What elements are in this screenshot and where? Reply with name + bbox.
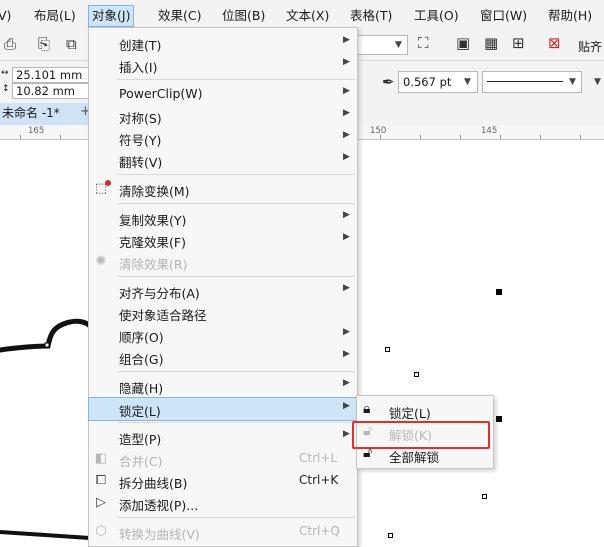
submenu-arrow-icon: ▶ xyxy=(343,210,350,220)
submenu-arrow-icon: ▶ xyxy=(343,35,350,45)
chevron-down-icon[interactable]: ▼ xyxy=(464,77,471,87)
menu-item-convert-to-curves: ⬡ 转换为曲线(V) Ctrl+Q xyxy=(89,521,357,543)
path-node[interactable] xyxy=(414,372,419,377)
zoom-dropdown[interactable]: ▼ xyxy=(356,35,408,55)
grid-icon[interactable]: ▦ xyxy=(484,34,498,52)
convert-curves-icon: ⬡ xyxy=(95,524,107,539)
chevron-down-icon[interactable]: ▼ xyxy=(594,77,601,87)
menu-item-add-perspective[interactable]: ▷ 添加透视(P)... xyxy=(89,492,357,514)
menu-item-insert[interactable]: 插入(I) ▶ xyxy=(89,54,357,76)
menu-text[interactable]: 文本(X) xyxy=(286,6,329,26)
menu-item-order[interactable]: 顺序(O) ▶ xyxy=(89,324,357,346)
line-style-preview xyxy=(487,81,563,82)
chevron-down-icon: ▼ xyxy=(395,40,402,50)
lock-icon: 🔒︎ xyxy=(363,401,371,417)
rulers-icon[interactable]: ▣ xyxy=(456,34,470,52)
height-icon: ↕ xyxy=(2,84,10,94)
submenu-arrow-icon: ▶ xyxy=(343,152,350,162)
path-node[interactable] xyxy=(388,533,393,538)
import-icon[interactable]: ⎙ xyxy=(4,35,16,53)
selection-handle[interactable] xyxy=(496,289,502,295)
menu-item-copy-effect[interactable]: 复制效果(Y) ▶ xyxy=(89,207,357,229)
menu-item-symmetry[interactable]: 对称(S) ▶ xyxy=(89,105,357,127)
pen-nib-icon: ✒ xyxy=(382,73,395,91)
submenu-arrow-icon: ▶ xyxy=(343,130,350,140)
export-icon[interactable]: ⎘ xyxy=(38,35,50,53)
submenu-arrow-icon: ▶ xyxy=(343,327,350,337)
submenu-item-lock[interactable]: 🔒︎ 锁定(L) xyxy=(357,399,493,421)
submenu-arrow-icon: ▶ xyxy=(343,349,350,359)
clear-effect-icon: ✺ xyxy=(95,254,107,269)
menu-table[interactable]: 表格(T) xyxy=(350,6,392,26)
menu-item-flip[interactable]: 翻转(V) ▶ xyxy=(89,149,357,171)
submenu-arrow-icon: ▶ xyxy=(343,108,350,118)
object-menu: 创建(T) ▶ 插入(I) ▶ PowerClip(W) ▶ 对称(S) ▶ 符号(Y)… xyxy=(88,27,358,547)
menu-item-clear-transform[interactable]: ⬚ 清除变换(M) xyxy=(89,178,357,200)
menu-tools[interactable]: 工具(O) xyxy=(414,6,459,26)
menu-item-lock[interactable]: 锁定(L) ▶ xyxy=(88,397,358,421)
chevron-down-icon: ▼ xyxy=(569,77,576,87)
line-style-dropdown[interactable]: ▼ xyxy=(482,71,582,93)
submenu-arrow-icon: ▶ xyxy=(343,283,350,293)
submenu-arrow-icon: ▶ xyxy=(343,378,350,388)
height-field[interactable]: 10.82 mm xyxy=(12,83,89,99)
ruler-tick-label: 150 xyxy=(370,126,387,136)
ruler-tick-label: 165 xyxy=(28,126,45,136)
menu-item-hide[interactable]: 隐藏(H) ▶ xyxy=(89,375,357,397)
perspective-icon: ▷ xyxy=(96,495,106,510)
width-field[interactable]: 25.101 mm xyxy=(12,67,89,83)
menu-item-symbol[interactable]: 符号(Y) ▶ xyxy=(89,127,357,149)
combine-icon: ◧ xyxy=(94,451,108,466)
guides-icon[interactable]: ⊞ xyxy=(512,34,525,52)
menu-layout[interactable]: 布局(L) xyxy=(34,6,76,26)
menu-effects[interactable]: 效果(C) xyxy=(158,6,201,26)
submenu-arrow-icon: ▶ xyxy=(343,57,350,67)
submenu-arrow-icon: ▶ xyxy=(343,86,350,96)
menu-item-align-distribute[interactable]: 对齐与分布(A) ▶ xyxy=(89,280,357,302)
path-node[interactable] xyxy=(385,347,390,352)
outline-width-value: 0.567 pt xyxy=(403,75,452,89)
submenu-arrow-icon: ▶ xyxy=(343,401,350,411)
path-node[interactable] xyxy=(482,494,487,499)
document-tab[interactable]: 未命名 -1* xyxy=(0,103,91,125)
menu-item-break-apart[interactable]: ⧠ 拆分曲线(B) Ctrl+K xyxy=(89,470,357,492)
ruler-tick-label: 145 xyxy=(481,126,498,136)
copy-icon[interactable]: ⧉ xyxy=(66,35,77,53)
menu-window[interactable]: 窗口(W) xyxy=(480,6,527,26)
snap-to-label[interactable]: 贴齐 xyxy=(578,38,602,55)
submenu-arrow-icon: ▶ xyxy=(343,232,350,242)
submenu-arrow-icon: ▶ xyxy=(343,429,350,439)
menu-object[interactable]: 对象(J) xyxy=(88,5,135,27)
fullscreen-icon[interactable]: ⛶ xyxy=(418,34,429,52)
annotation-highlight-box xyxy=(352,421,490,449)
break-apart-icon: ⧠ xyxy=(95,473,107,488)
menu-item-group[interactable]: 组合(G) ▶ xyxy=(89,346,357,368)
menu-item-fit-to-path[interactable]: 使对象适合路径 xyxy=(89,302,357,324)
menu-item-shaping[interactable]: 造型(P) ▶ xyxy=(89,426,357,448)
menu-bitmap[interactable]: 位图(B) xyxy=(222,6,265,26)
menu-help[interactable]: 帮助(H) xyxy=(548,6,592,26)
menu-item-create[interactable]: 创建(T) ▶ xyxy=(89,32,357,54)
menu-item-combine: ◧ 合并(C) Ctrl+L xyxy=(94,451,338,469)
selection-handle[interactable] xyxy=(496,416,502,422)
width-icon: ↔ xyxy=(1,68,9,78)
menu-item-clone-effect[interactable]: 克隆效果(F) ▶ xyxy=(89,229,357,251)
menu-item-clear-effect: ✺ 清除效果(R) xyxy=(89,251,357,273)
menu-item-powerclip[interactable]: PowerClip(W) ▶ xyxy=(89,83,357,105)
menu-view[interactable]: V) xyxy=(0,6,11,26)
snap-off-icon[interactable]: ⊠ xyxy=(548,34,561,52)
